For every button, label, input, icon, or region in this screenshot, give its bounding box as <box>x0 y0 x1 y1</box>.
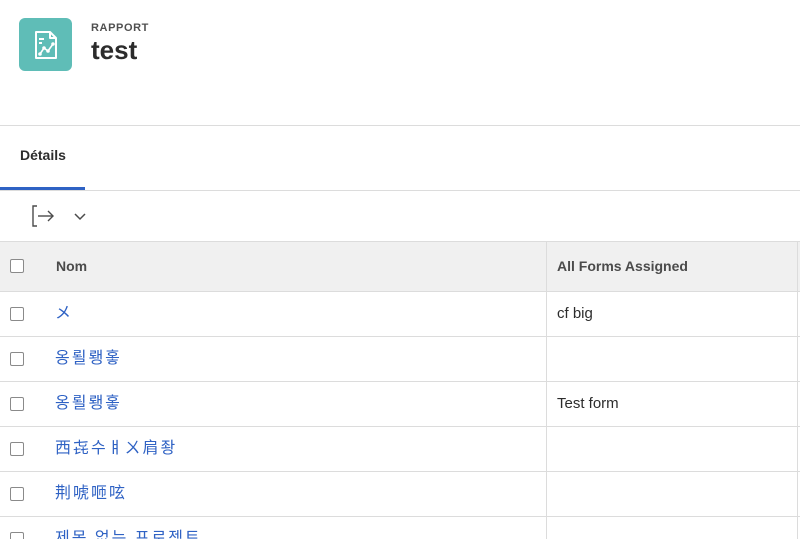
report-page: RAPPORT test Détails Nom All Forms Assig… <box>0 0 800 539</box>
column-header-forms[interactable]: All Forms Assigned <box>557 242 688 291</box>
column-divider <box>797 517 798 539</box>
column-divider <box>797 427 798 471</box>
table-row: メ cf big <box>0 292 800 337</box>
row-name-link[interactable]: 옹뢸뢩홓 <box>55 382 122 426</box>
table-row: 옹뢸뢩홓 <box>0 337 800 382</box>
row-name-link[interactable]: 荆唬咂呟 <box>55 472 127 516</box>
table-row: 荆唬咂呟 <box>0 472 800 517</box>
column-divider <box>546 472 547 516</box>
row-forms-cell: cf big <box>557 305 593 322</box>
row-checkbox[interactable] <box>10 352 24 366</box>
row-checkbox[interactable] <box>10 487 24 501</box>
row-checkbox[interactable] <box>10 397 24 411</box>
export-options-button[interactable] <box>70 201 90 231</box>
column-divider <box>797 472 798 516</box>
column-divider <box>546 242 547 291</box>
row-name-link[interactable]: メ <box>55 292 73 336</box>
tab-details[interactable]: Détails <box>0 126 85 190</box>
row-forms-cell: Test form <box>557 395 619 412</box>
column-divider <box>546 382 547 426</box>
column-divider <box>546 337 547 381</box>
row-checkbox[interactable] <box>10 532 24 539</box>
row-name-link[interactable]: 西㐂수ㅒㄨ肩좡 <box>55 427 177 471</box>
table-row: 옹뢸뢩홓 Test form <box>0 382 800 427</box>
column-divider <box>797 292 798 336</box>
tab-details-label: Détails <box>20 147 66 163</box>
tab-bar: Détails <box>0 126 800 190</box>
column-header-name[interactable]: Nom <box>56 242 87 291</box>
table-row: 西㐂수ㅒㄨ肩좡 <box>0 427 800 472</box>
column-divider <box>797 337 798 381</box>
chevron-down-icon <box>74 213 86 221</box>
row-name-link[interactable]: 제목 없는 프로젝트 <box>55 517 202 539</box>
row-name-link[interactable]: 옹뢸뢩홓 <box>55 337 122 381</box>
report-chart-icon <box>19 18 72 71</box>
row-checkbox[interactable] <box>10 442 24 456</box>
table-header: Nom All Forms Assigned <box>0 241 800 292</box>
table-row: 제목 없는 프로젝트 <box>0 517 800 539</box>
export-button[interactable] <box>28 201 58 231</box>
report-type-label: RAPPORT <box>91 22 149 34</box>
row-checkbox[interactable] <box>10 307 24 321</box>
page-title: test <box>91 35 138 65</box>
report-table: Nom All Forms Assigned メ cf big 옹뢸뢩홓 옹뢸뢩… <box>0 241 800 539</box>
report-header: RAPPORT test <box>0 0 800 125</box>
export-icon <box>32 205 54 227</box>
column-divider <box>546 292 547 336</box>
column-divider <box>797 242 798 291</box>
column-divider <box>546 427 547 471</box>
column-divider <box>797 382 798 426</box>
table-toolbar <box>0 191 800 241</box>
column-divider <box>546 517 547 539</box>
select-all-checkbox[interactable] <box>10 259 24 273</box>
